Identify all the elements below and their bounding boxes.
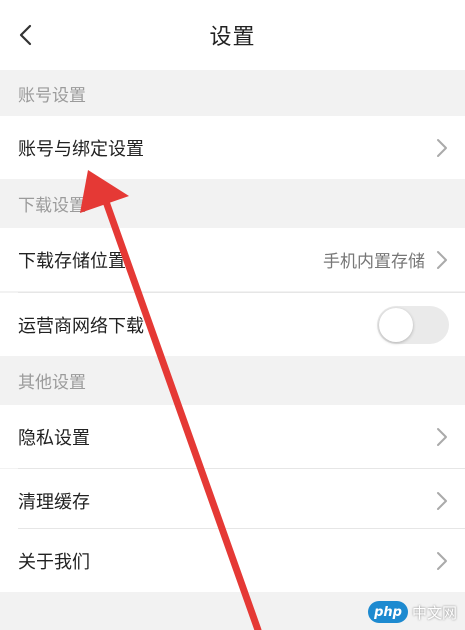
carrier-network-download-toggle[interactable]: [377, 305, 449, 344]
carrier-network-download-item: 运营商网络下载: [0, 293, 465, 356]
chevron-left-icon: [19, 24, 32, 46]
watermark-text: 中文网: [411, 603, 457, 622]
item-label: 隐私设置: [18, 427, 90, 449]
clear-cache-item[interactable]: 清理缓存: [0, 469, 465, 532]
toggle-knob: [379, 307, 413, 342]
item-label: 清理缓存: [18, 491, 90, 513]
item-label: 关于我们: [18, 551, 90, 573]
account-binding-settings-item[interactable]: 账号与绑定设置: [0, 116, 465, 179]
download-location-value: 手机内置存储: [323, 252, 425, 272]
section-header-other: 其他设置: [0, 357, 465, 403]
back-button[interactable]: [8, 16, 42, 54]
chevron-right-icon: [435, 490, 449, 512]
watermark: php 中文网: [368, 600, 457, 624]
item-label: 运营商网络下载: [18, 315, 144, 337]
watermark-badge: php: [368, 601, 408, 623]
privacy-settings-item[interactable]: 隐私设置: [0, 405, 465, 468]
chevron-right-icon: [435, 426, 449, 448]
item-label: 下载存储位置: [18, 250, 126, 272]
chevron-right-icon: [435, 550, 449, 572]
top-bar: 设置: [0, 0, 465, 70]
page-title: 设置: [209, 25, 256, 50]
chevron-right-icon: [435, 137, 449, 159]
item-label: 账号与绑定设置: [18, 138, 144, 160]
section-header-account: 账号设置: [0, 70, 465, 116]
about-us-item[interactable]: 关于我们: [0, 529, 465, 592]
download-location-item[interactable]: 下载存储位置 手机内置存储: [0, 228, 465, 291]
chevron-right-icon: [435, 249, 449, 271]
section-header-download: 下载设置: [0, 180, 465, 226]
